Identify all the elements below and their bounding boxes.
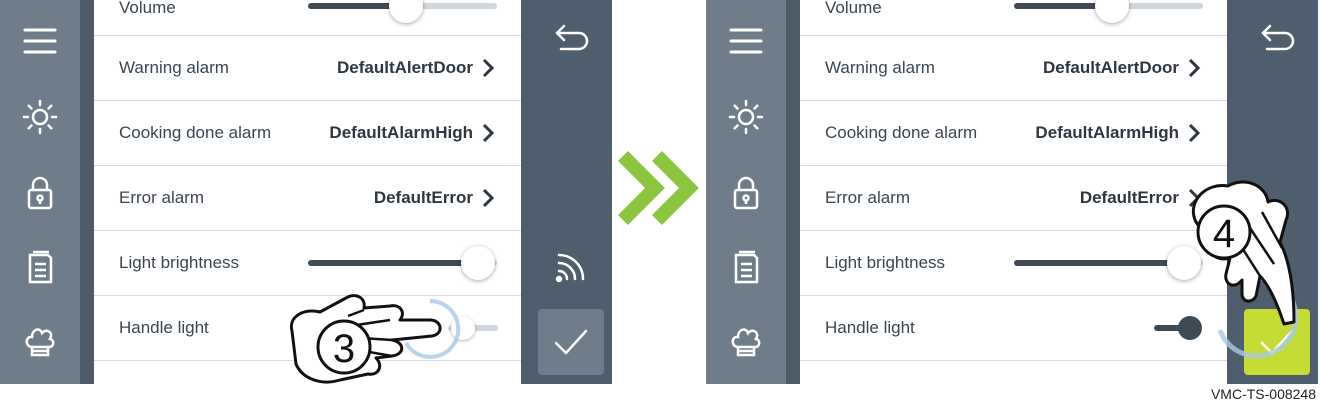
right-action-bar <box>521 0 612 384</box>
menu-icon[interactable] <box>12 18 68 64</box>
volume-label: Volume <box>119 0 176 18</box>
row-handle-light: Handle light <box>800 296 1227 361</box>
chevron-right-icon <box>482 58 495 78</box>
sidebar <box>706 0 800 384</box>
light-brightness-slider-fill <box>1014 260 1184 266</box>
warning-alarm-label: Warning alarm <box>119 58 229 77</box>
settings-list: Volume Warning alarm DefaultAlertDoor Co… <box>800 0 1227 384</box>
warning-alarm-value: DefaultAlertDoor <box>1042 58 1179 77</box>
screen-after: Volume Warning alarm DefaultAlertDoor Co… <box>706 0 1320 384</box>
light-brightness-slider-knob[interactable] <box>461 246 495 280</box>
row-error-alarm[interactable]: Error alarm DefaultError <box>94 166 521 231</box>
warning-alarm-label: Warning alarm <box>825 58 935 77</box>
menu-icon[interactable] <box>718 18 774 64</box>
chevron-right-icon <box>482 188 495 208</box>
row-error-alarm[interactable]: Error alarm DefaultError <box>800 166 1227 231</box>
recipe-book-icon[interactable] <box>718 244 774 290</box>
error-alarm-value: DefaultError <box>1079 188 1179 207</box>
cooking-done-alarm-value: DefaultAlarmHigh <box>1035 123 1179 142</box>
back-arrow-icon[interactable] <box>1244 6 1310 72</box>
volume-label: Volume <box>825 0 882 18</box>
handle-light-label: Handle light <box>825 318 915 337</box>
volume-slider-knob[interactable] <box>1095 0 1129 23</box>
screen-before: Volume Warning alarm DefaultAlertDoor Co… <box>0 0 612 384</box>
sidebar-divider <box>786 0 800 384</box>
back-arrow-icon[interactable] <box>538 6 604 72</box>
chef-hat-icon[interactable] <box>12 318 68 364</box>
light-brightness-label: Light brightness <box>119 253 240 272</box>
error-alarm-label: Error alarm <box>119 188 205 207</box>
cooking-done-alarm-label: Cooking done alarm <box>119 123 272 142</box>
cooking-done-alarm-label: Cooking done alarm <box>825 123 978 142</box>
chevron-right-icon <box>1188 58 1201 78</box>
chevron-right-icon <box>1188 123 1201 143</box>
checkmark-icon <box>554 329 588 355</box>
wifi-icon <box>538 234 604 300</box>
lock-icon[interactable] <box>718 170 774 216</box>
step-number: 3 <box>333 327 355 371</box>
chef-hat-icon[interactable] <box>718 318 774 364</box>
row-light-brightness: Light brightness <box>800 231 1227 296</box>
chevron-right-icon <box>482 123 495 143</box>
next-step-arrow-icon <box>618 151 699 225</box>
row-volume: Volume <box>94 0 521 36</box>
lock-icon[interactable] <box>12 170 68 216</box>
sidebar-divider <box>80 0 94 384</box>
tap-hand-icon: 4 <box>1191 180 1296 326</box>
light-brightness-label: Light brightness <box>825 253 946 272</box>
confirm-button[interactable] <box>538 309 604 375</box>
tap-hand-icon: 3 <box>289 294 442 384</box>
row-warning-alarm[interactable]: Warning alarm DefaultAlertDoor <box>94 36 521 101</box>
error-alarm-value: DefaultError <box>373 188 473 207</box>
sun-icon[interactable] <box>718 94 774 140</box>
figure-caption: VMC-TS-008248 <box>1210 386 1316 402</box>
step-number: 4 <box>1213 212 1235 256</box>
row-volume: Volume <box>800 0 1227 36</box>
warning-alarm-value: DefaultAlertDoor <box>336 58 473 77</box>
handle-light-label: Handle light <box>119 318 209 337</box>
recipe-book-icon[interactable] <box>12 244 68 290</box>
row-cooking-done-alarm[interactable]: Cooking done alarm DefaultAlarmHigh <box>94 101 521 166</box>
sun-icon[interactable] <box>12 94 68 140</box>
cooking-done-alarm-value: DefaultAlarmHigh <box>329 123 473 142</box>
light-brightness-slider-fill <box>308 260 478 266</box>
row-warning-alarm[interactable]: Warning alarm DefaultAlertDoor <box>800 36 1227 101</box>
volume-slider-knob[interactable] <box>389 0 423 23</box>
error-alarm-label: Error alarm <box>825 188 911 207</box>
row-cooking-done-alarm[interactable]: Cooking done alarm DefaultAlarmHigh <box>800 101 1227 166</box>
sidebar <box>0 0 94 384</box>
